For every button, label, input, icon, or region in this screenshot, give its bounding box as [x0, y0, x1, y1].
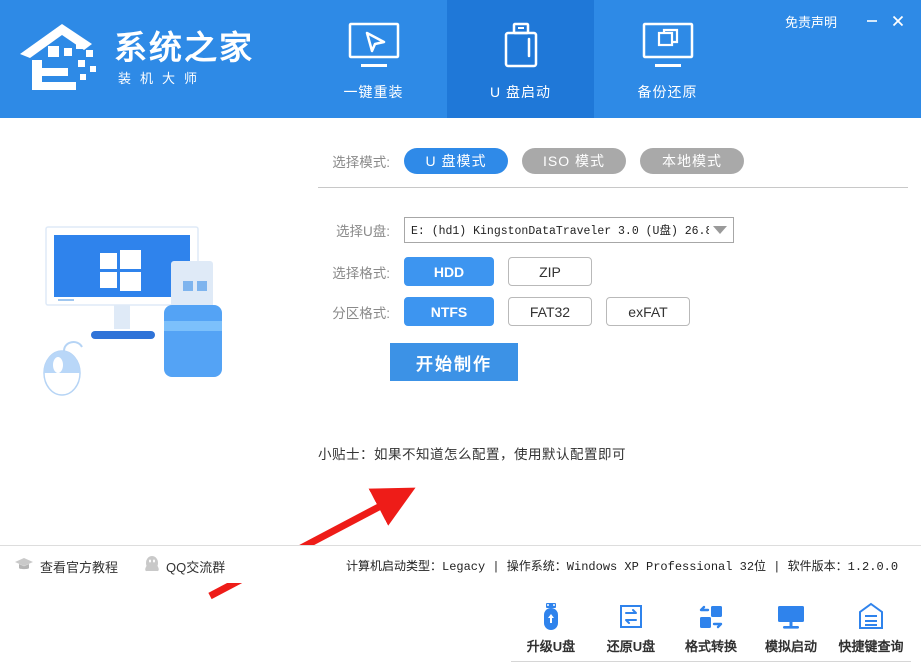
status-link-qq[interactable]: QQ交流群 — [144, 555, 225, 578]
tab-label: 一键重装 — [343, 84, 404, 100]
logo-subtitle: 装机大师 — [118, 71, 207, 86]
tool-restore-usb[interactable]: 还原U盘 — [591, 601, 671, 659]
tool-hotkey-lookup[interactable]: 快捷键查询 — [831, 601, 911, 659]
status-link-label: 查看官方教程 — [40, 560, 119, 575]
tool-format-convert[interactable]: 格式转换 — [671, 601, 751, 659]
panel-divider — [318, 187, 908, 188]
house-pixel-logo-icon — [18, 20, 110, 98]
format-row: 选择格式: HDD ZIP — [318, 257, 592, 286]
minimize-icon[interactable] — [859, 8, 885, 34]
tool-simulate-boot[interactable]: 模拟启动 — [751, 601, 831, 659]
partition-option-ntfs[interactable]: NTFS — [404, 297, 494, 326]
mode-option-local[interactable]: 本地模式 — [640, 148, 744, 174]
usb-selected-value: E: (hd1) KingstonDataTraveler 3.0 (U盘) 2… — [411, 225, 709, 238]
app-logo: 系统之家 装机大师 — [18, 12, 278, 106]
logo-text-block: 系统之家 装机大师 — [114, 29, 254, 89]
hotkey-lookup-icon — [857, 601, 885, 633]
format-convert-icon — [696, 601, 726, 633]
app-header: 系统之家 装机大师 一键重装 U 盘启动 备份还原 免责声明 — [0, 0, 921, 118]
close-icon[interactable] — [885, 8, 911, 34]
simulate-boot-monitor-icon — [775, 601, 807, 633]
usb-restore-icon — [617, 601, 645, 633]
usb-upgrade-icon — [538, 601, 564, 633]
status-link-tutorial[interactable]: 查看官方教程 — [14, 556, 118, 577]
usb-select[interactable]: E: (hd1) KingstonDataTraveler 3.0 (U盘) 2… — [404, 217, 734, 243]
tool-label: 升级U盘 — [526, 639, 576, 654]
partition-row: 分区格式: NTFS FAT32 exFAT — [318, 297, 690, 326]
tab-backup-restore[interactable]: 备份还原 — [594, 0, 741, 118]
mode-label: 选择模式: — [332, 155, 390, 170]
partition-option-exfat[interactable]: exFAT — [606, 297, 690, 326]
logo-title: 系统之家 — [114, 29, 254, 66]
feature-toolbar: 升级U盘 还原U盘 格式转换 模拟启动 快捷键查询 — [511, 601, 911, 659]
usb-row: 选择U盘: E: (hd1) KingstonDataTraveler 3.0 … — [318, 217, 734, 243]
tip-text: 小贴士：如果不知道怎么配置，使用默认配置即可 — [318, 447, 626, 462]
format-option-hdd[interactable]: HDD — [404, 257, 494, 286]
qq-penguin-icon — [144, 555, 160, 578]
tab-one-key-reinstall[interactable]: 一键重装 — [300, 0, 447, 118]
red-arrow-icon — [190, 468, 420, 608]
status-bar: 查看官方教程 QQ交流群 计算机启动类型：Legacy | 操作系统：Windo… — [0, 545, 921, 583]
start-button-wrap: 开始制作 — [390, 343, 518, 381]
status-link-label: QQ交流群 — [166, 560, 226, 575]
partition-option-fat32[interactable]: FAT32 — [508, 297, 592, 326]
chevron-down-icon — [713, 226, 727, 234]
disclaimer-link[interactable]: 免责声明 — [785, 12, 837, 31]
mode-option-iso[interactable]: ISO 模式 — [522, 148, 626, 174]
tool-label: 格式转换 — [684, 639, 737, 654]
tool-label: 模拟启动 — [764, 639, 817, 654]
tool-label: 快捷键查询 — [838, 639, 904, 654]
tab-usb-boot[interactable]: U 盘启动 — [447, 0, 594, 118]
window-controls: 免责声明 — [785, 8, 911, 34]
usb-drive-icon — [484, 22, 558, 74]
tab-label: U 盘启动 — [490, 84, 551, 100]
format-option-zip[interactable]: ZIP — [508, 257, 592, 286]
main-content: 选择模式: U 盘模式 ISO 模式 本地模式 选择U盘: E: (hd1) K… — [0, 118, 921, 662]
main-tabs: 一键重装 U 盘启动 备份还原 — [300, 0, 741, 118]
start-make-button[interactable]: 开始制作 — [390, 343, 518, 381]
status-info: 计算机启动类型：Legacy | 操作系统：Windows XP Profess… — [346, 560, 899, 574]
status-links: 查看官方教程 QQ交流群 — [14, 555, 251, 578]
computer-usb-mouse-illustration — [38, 223, 278, 413]
tab-label: 备份还原 — [637, 84, 698, 100]
tool-label: 还原U盘 — [606, 639, 656, 654]
graduation-cap-icon — [14, 556, 34, 577]
mode-row: 选择模式: U 盘模式 ISO 模式 本地模式 — [318, 148, 744, 174]
format-label: 选择格式: — [332, 265, 390, 281]
windows-copy-icon — [631, 22, 705, 74]
usb-label: 选择U盘: — [336, 224, 390, 239]
partition-label: 分区格式: — [332, 305, 390, 321]
tool-upgrade-usb[interactable]: 升级U盘 — [511, 601, 591, 659]
mode-option-usb[interactable]: U 盘模式 — [404, 148, 508, 174]
monitor-cursor-icon — [337, 22, 411, 74]
